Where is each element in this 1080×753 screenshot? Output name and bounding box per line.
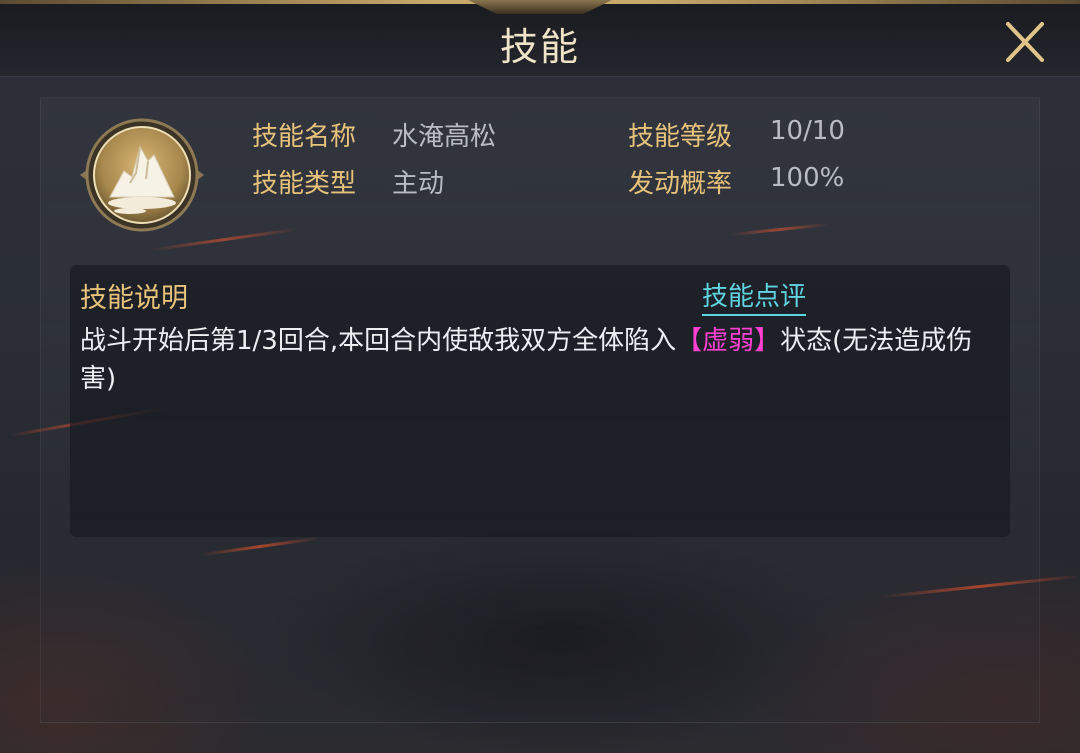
debuff-keyword: 【虚弱】 xyxy=(676,326,781,356)
window-title: 技能 xyxy=(499,25,580,69)
description-title: 技能说明 xyxy=(80,283,188,314)
close-icon xyxy=(1006,22,1044,62)
close-button[interactable] xyxy=(1000,18,1050,66)
description-text-part1: 战斗开始后第1/3回合,本回合内使敌我双方全体陷入 xyxy=(80,326,677,356)
title-ornament xyxy=(468,0,612,14)
mountain-emblem-icon xyxy=(80,117,204,233)
description-text: 战斗开始后第1/3回合,本回合内使敌我双方全体陷入【虚弱】状态(无法造成伤害) xyxy=(80,322,990,398)
skill-type-label: 技能类型 xyxy=(252,169,357,199)
description-panel xyxy=(70,265,1010,537)
skill-level-label: 技能等级 xyxy=(628,122,733,152)
skill-type-value: 主动 xyxy=(392,169,445,199)
skill-level-value: 10/10 xyxy=(770,116,845,146)
skill-review-link[interactable]: 技能点评 xyxy=(702,276,807,316)
skill-name-label: 技能名称 xyxy=(252,122,357,152)
trigger-rate-label: 发动概率 xyxy=(628,169,733,199)
trigger-rate-value: 100% xyxy=(770,163,845,193)
skill-name-value: 水淹高松 xyxy=(392,122,497,152)
title-bar: 技能 xyxy=(0,0,1080,77)
